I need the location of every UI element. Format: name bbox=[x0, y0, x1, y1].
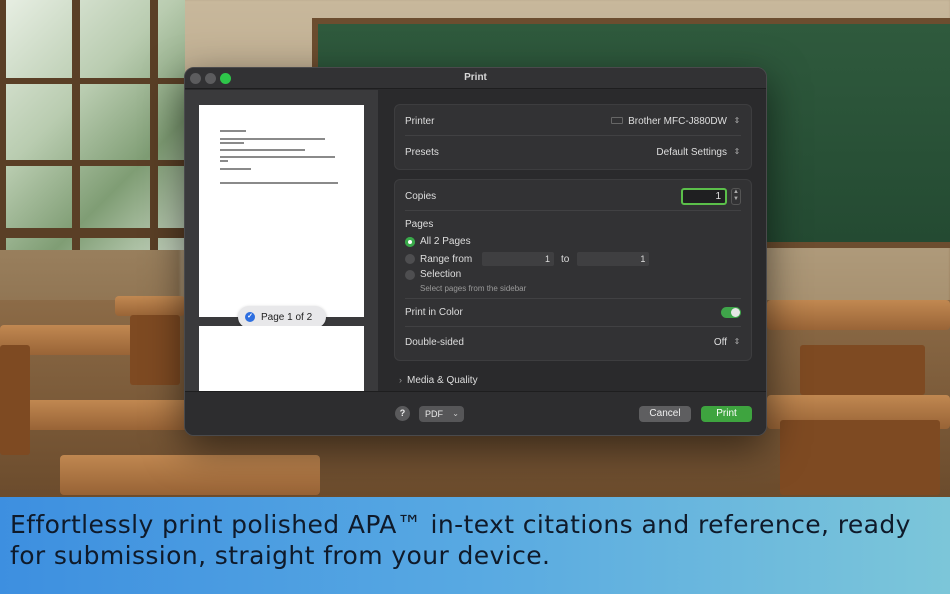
double-sided-row: Double-sided Off ⇕ bbox=[405, 328, 741, 357]
pages-all-label: All 2 Pages bbox=[420, 236, 471, 247]
range-to-input[interactable]: 1 bbox=[577, 252, 650, 266]
checkmark-icon: ✓ bbox=[245, 312, 255, 322]
updown-chevron-icon: ⇕ bbox=[733, 147, 741, 157]
background-window bbox=[0, 0, 185, 250]
printer-presets-group: Printer Brother MFC-J880DW ⇕ Presets Defa… bbox=[394, 104, 752, 170]
pages-range-label: Range from bbox=[420, 253, 473, 265]
title-bar: Print bbox=[185, 68, 766, 89]
updown-chevron-icon: ⇕ bbox=[733, 115, 741, 125]
dialog-title: Print bbox=[464, 72, 487, 83]
presets-label: Presets bbox=[405, 147, 439, 158]
pages-label: Pages bbox=[405, 219, 434, 230]
radio-all-pages[interactable] bbox=[405, 236, 415, 247]
media-quality-disclosure[interactable]: › Media & Quality bbox=[399, 375, 478, 386]
copies-label: Copies bbox=[405, 190, 437, 202]
radio-range[interactable] bbox=[405, 254, 415, 264]
pdf-menu-button[interactable]: PDF ⌄ bbox=[419, 406, 464, 422]
double-sided-label: Double-sided bbox=[405, 337, 464, 348]
updown-chevron-icon: ⇕ bbox=[733, 337, 741, 347]
pdf-label: PDF bbox=[425, 409, 443, 419]
print-options-group: Copies 1 ▲ ▼ Pages All 2 Pages Range from… bbox=[394, 179, 752, 361]
pages-selection-label: Selection bbox=[420, 269, 462, 280]
presets-row: Presets Default Settings ⇕ bbox=[405, 138, 741, 167]
double-sided-value: Off bbox=[713, 337, 727, 348]
printer-label: Printer bbox=[405, 115, 435, 127]
copies-row: Copies 1 ▲ ▼ bbox=[405, 182, 741, 211]
preview-sidebar[interactable]: ✓ Page 1 of 2 bbox=[185, 90, 378, 435]
range-from-input[interactable]: 1 bbox=[482, 252, 554, 266]
double-sided-select[interactable]: Off ⇕ bbox=[714, 337, 741, 348]
selection-hint: Select pages from the sidebar bbox=[420, 284, 527, 293]
pages-range-option[interactable]: Range from 1 to 1 bbox=[405, 252, 650, 266]
presets-select[interactable]: Default Settings ⇕ bbox=[656, 147, 741, 158]
range-to-label: to bbox=[561, 253, 570, 265]
help-button[interactable]: ? bbox=[395, 406, 410, 421]
page-indicator: ✓ Page 1 of 2 bbox=[238, 306, 326, 328]
caption-banner: Effortlessly print polished APA™ in-text… bbox=[0, 497, 950, 594]
chevron-down-icon: ⌄ bbox=[452, 409, 459, 418]
print-dialog: Print ✓ Page 1 of 2 Printer Brother MFC-… bbox=[184, 67, 767, 436]
printer-icon bbox=[611, 117, 624, 125]
media-quality-label: Media & Quality bbox=[407, 375, 478, 386]
print-button[interactable]: Print bbox=[701, 406, 752, 422]
printer-select[interactable]: Brother MFC-J880DW ⇕ bbox=[611, 116, 741, 127]
radio-selection[interactable] bbox=[405, 269, 415, 280]
settings-panel: Printer Brother MFC-J880DW ⇕ Presets Defa… bbox=[378, 90, 766, 435]
pages-all-option[interactable]: All 2 Pages bbox=[405, 236, 471, 247]
presets-value: Default Settings bbox=[656, 147, 727, 158]
print-in-color-toggle[interactable] bbox=[721, 307, 741, 318]
pages-selection-option[interactable]: Selection bbox=[405, 269, 461, 280]
copies-input[interactable]: 1 bbox=[681, 187, 727, 205]
cancel-button[interactable]: Cancel bbox=[639, 406, 691, 422]
page-indicator-label: Page 1 of 2 bbox=[261, 311, 313, 323]
chevron-right-icon: › bbox=[399, 375, 402, 385]
print-in-color-label: Print in Color bbox=[405, 307, 463, 318]
printer-value: Brother MFC-J880DW bbox=[628, 115, 727, 127]
printer-row: Printer Brother MFC-J880DW ⇕ bbox=[405, 107, 741, 136]
preview-page-1[interactable] bbox=[199, 105, 364, 317]
copies-stepper[interactable]: ▲ ▼ bbox=[731, 187, 741, 205]
print-in-color-row: Print in Color bbox=[405, 298, 741, 327]
dialog-footer: ? PDF ⌄ Cancel Print bbox=[185, 391, 766, 435]
caption-text: Effortlessly print polished APA™ in-text… bbox=[10, 510, 911, 570]
